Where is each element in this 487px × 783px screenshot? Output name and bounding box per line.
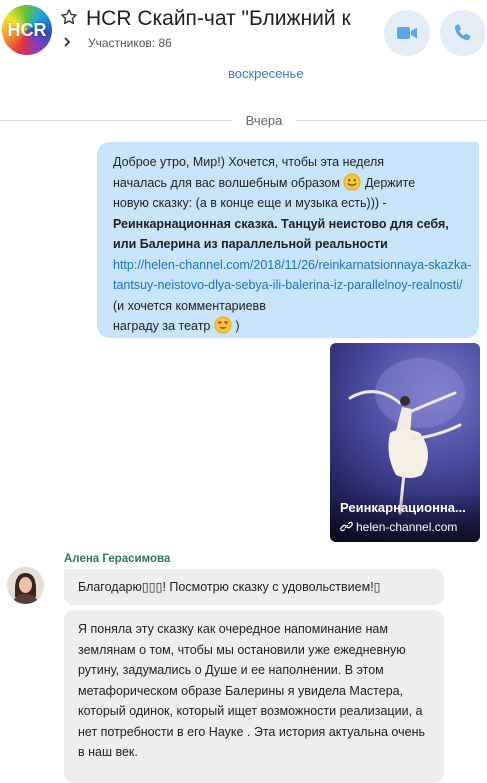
message-line: началась для вас волшебным образом xyxy=(113,175,340,190)
date-separator: Вчера xyxy=(245,113,283,128)
star-icon[interactable] xyxy=(60,8,78,26)
message-tail: ) xyxy=(235,319,240,333)
story-link[interactable]: http://helen-channel.com/2018/11/26/rein… xyxy=(113,258,471,293)
sender-avatar-photo xyxy=(7,567,44,604)
phone-call-icon xyxy=(454,24,471,41)
preview-site: helen-channel.com xyxy=(340,519,457,535)
chevron-right-icon[interactable] xyxy=(62,36,72,48)
incoming-message-bubble[interactable]: Благодарю▯▯▯! Посмотрю сказку с удовольс… xyxy=(64,569,444,605)
message-line: Держите xyxy=(364,175,416,190)
chat-title[interactable]: HCR Скайп-чат "Ближний к xyxy=(86,5,376,33)
previous-day-label: воскресенье xyxy=(228,66,304,81)
divider-right xyxy=(296,120,487,121)
participants-count[interactable]: Участников: 86 xyxy=(88,35,172,51)
divider-left xyxy=(0,120,232,121)
message-tail: (и хочется комментариевв xyxy=(113,298,266,313)
link-icon xyxy=(340,521,353,532)
incoming-message-text: Благодарю▯▯▯! Посмотрю сказку с удовольс… xyxy=(78,580,381,594)
heart-eyes-emoji-icon xyxy=(214,316,232,334)
outgoing-message-bubble[interactable]: Доброе утро, Мир!) Хочется, чтобы эта не… xyxy=(97,142,479,338)
sender-avatar[interactable] xyxy=(7,567,44,604)
message-line: Доброе утро, Мир!) Хочется, чтобы эта не… xyxy=(113,155,385,169)
audio-call-button[interactable] xyxy=(440,10,486,56)
video-call-icon xyxy=(397,27,417,39)
group-avatar[interactable]: HCR xyxy=(2,5,52,55)
preview-site-text: helen-channel.com xyxy=(356,520,458,534)
group-avatar-text: HCR xyxy=(7,20,47,40)
message-tail: награду за театр xyxy=(113,319,211,333)
story-title: Реинкарнационная сказка. Танцуй неистово… xyxy=(113,216,449,252)
chat-header: HCR HCR Скайп-чат "Ближний к Участников:… xyxy=(0,0,487,66)
video-call-button[interactable] xyxy=(384,10,430,56)
link-preview-card[interactable]: Реинкарнационна... helen-channel.com xyxy=(330,343,480,542)
smile-emoji-icon xyxy=(343,172,362,191)
preview-title: Реинкарнационна... xyxy=(340,500,466,515)
outgoing-message-text: Доброе утро, Мир!) Хочется, чтобы эта не… xyxy=(113,152,473,337)
incoming-message-bubble[interactable]: Я поняла эту сказку как очередное напоми… xyxy=(64,610,444,783)
message-line: новую сказку: (а в конце еще и музыка ес… xyxy=(113,196,387,210)
sender-name[interactable]: Алена Герасимова xyxy=(64,552,170,566)
incoming-message-text: Я поняла эту сказку как очередное напоми… xyxy=(78,622,425,759)
